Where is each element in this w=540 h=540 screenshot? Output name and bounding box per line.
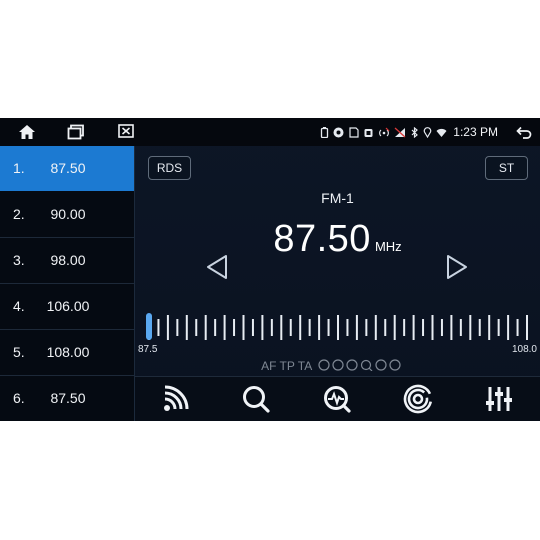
- preset-frequency: 106.00: [46, 298, 90, 314]
- band-switch-icon[interactable]: [160, 384, 190, 414]
- rds-status-icons: [318, 359, 401, 372]
- bluetooth-icon: [411, 126, 419, 138]
- frequency-unit: MHz: [374, 239, 402, 254]
- frequency-marker[interactable]: [146, 313, 152, 340]
- back-icon[interactable]: [516, 126, 532, 139]
- seek-down-icon[interactable]: [205, 254, 229, 280]
- preset-frequency: 108.00: [46, 344, 90, 360]
- equalizer-icon[interactable]: [484, 384, 514, 414]
- rds-flags: AF TP TA: [135, 359, 540, 373]
- preset-item[interactable]: 3. 98.00: [0, 238, 134, 284]
- preset-list: 1. 87.50 2. 90.00 3. 98.00 4. 106.00 5. …: [0, 146, 135, 421]
- location-icon: [424, 126, 432, 138]
- frequency-display: 87.50 MHz: [135, 218, 540, 261]
- screenshot-icon[interactable]: [118, 124, 134, 138]
- preset-frequency: 90.00: [50, 206, 86, 222]
- status-icons: 1:23 PM: [320, 118, 532, 146]
- broadcast-icon[interactable]: [403, 384, 433, 414]
- wifi-hotspot-icon: [379, 127, 390, 136]
- rds-flags-text: AF TP TA: [261, 359, 312, 373]
- preset-item[interactable]: 4. 106.00: [0, 284, 134, 330]
- status-bar: 1:23 PM: [0, 118, 540, 146]
- stereo-button[interactable]: ST: [485, 156, 528, 180]
- preset-frequency: 87.50: [50, 160, 86, 176]
- scan-search-icon[interactable]: [322, 384, 352, 414]
- radio-toolbar: [135, 376, 540, 421]
- scale-max-label: 108.0: [511, 344, 537, 355]
- recent-apps-icon[interactable]: [67, 124, 85, 140]
- preset-frequency: 87.50: [50, 390, 86, 406]
- record-icon: [333, 127, 344, 137]
- seek-up-icon[interactable]: [445, 254, 469, 280]
- battery-icon: [321, 126, 329, 138]
- band-label: FM-1: [321, 190, 354, 206]
- signal-off-icon: [394, 127, 406, 137]
- rds-button[interactable]: RDS: [148, 156, 191, 180]
- tuning-ticks: [146, 313, 528, 340]
- clock: 1:23 PM: [453, 125, 498, 139]
- preset-item[interactable]: 1. 87.50: [0, 146, 134, 191]
- home-icon[interactable]: [18, 124, 36, 140]
- sd-card-icon: [349, 126, 359, 138]
- preset-item[interactable]: 2. 90.00: [0, 192, 134, 238]
- scale-min-label: 87.5: [138, 344, 158, 355]
- wifi-icon: [436, 128, 447, 137]
- preset-item[interactable]: 6. 87.50: [0, 376, 134, 421]
- radio-screen: 1:23 PM 1. 87.50 2. 90.00 3. 98.00 4. 10…: [0, 118, 540, 421]
- preset-frequency: 98.00: [50, 252, 86, 268]
- frequency-value: 87.50: [273, 218, 371, 260]
- search-icon[interactable]: [241, 384, 271, 414]
- preset-item[interactable]: 5. 108.00: [0, 330, 134, 376]
- usb-icon: [364, 128, 373, 137]
- tuner-panel: RDS ST FM-1 87.50 MHz 87.5 108.0 AF TP TA: [135, 146, 540, 421]
